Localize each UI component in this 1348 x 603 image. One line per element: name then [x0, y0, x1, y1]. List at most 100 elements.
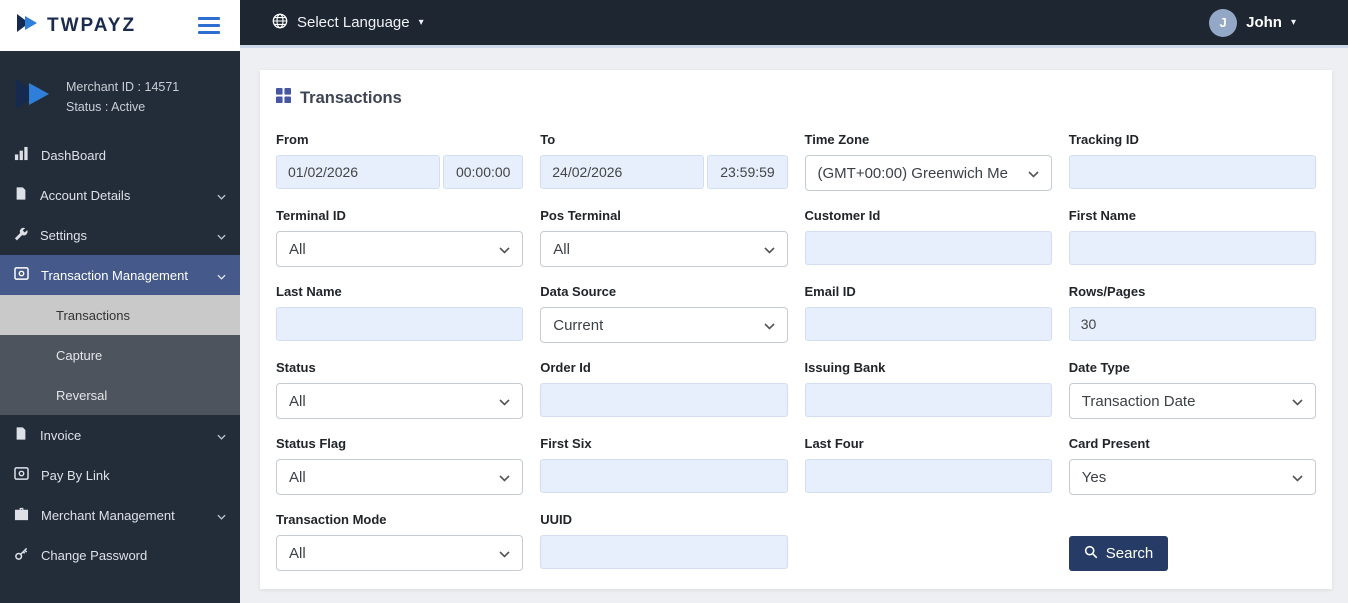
rows-pages-input[interactable] [1069, 307, 1316, 341]
sidebar-item-pay-by-link[interactable]: Pay By Link [0, 455, 240, 495]
sidebar-subitem-transactions[interactable]: Transactions [0, 295, 240, 335]
field-first-name: First Name [1069, 208, 1316, 267]
briefcase-icon [14, 507, 29, 524]
key-icon [14, 546, 29, 564]
main-area: Select Language ▾ J John ▾ Transactions … [240, 0, 1348, 603]
first-name-input[interactable] [1069, 231, 1316, 265]
sidebar-item-change-password[interactable]: Change Password [0, 535, 240, 575]
sidebar: TWPAYZ Merchant ID : 14571 Status : Acti… [0, 0, 240, 603]
app-root: TWPAYZ Merchant ID : 14571 Status : Acti… [0, 0, 1348, 603]
date-type-select[interactable]: Transaction Date [1069, 383, 1316, 419]
field-status: Status All [276, 360, 523, 419]
status-flag-select[interactable]: All [276, 459, 523, 495]
search-button[interactable]: Search [1069, 536, 1169, 571]
sidebar-header: TWPAYZ [0, 0, 240, 51]
field-last-name: Last Name [276, 284, 523, 343]
bar-chart-icon [14, 146, 29, 164]
submenu-item-label: Reversal [56, 388, 107, 403]
field-issuing-bank: Issuing Bank [805, 360, 1052, 419]
transactions-card: Transactions From To [260, 70, 1332, 589]
customer-id-input[interactable] [805, 231, 1052, 265]
pos-terminal-select[interactable]: All [540, 231, 787, 267]
invoice-icon [14, 426, 28, 444]
merchant-info: Merchant ID : 14571 Status : Active [0, 51, 240, 135]
issuing-bank-input[interactable] [805, 383, 1052, 417]
merchant-logo-icon [14, 77, 56, 117]
sidebar-item-label: Transaction Management [41, 268, 188, 283]
chevron-down-icon [764, 241, 775, 258]
transaction-mode-select[interactable]: All [276, 535, 523, 571]
from-time-input[interactable] [443, 155, 523, 189]
sidebar-item-label: Invoice [40, 428, 81, 443]
field-order-id: Order Id [540, 360, 787, 419]
data-source-select[interactable]: Current [540, 307, 787, 343]
tracking-id-input[interactable] [1069, 155, 1316, 189]
language-label: Select Language [297, 14, 410, 31]
terminal-id-select[interactable]: All [276, 231, 523, 267]
uuid-input[interactable] [540, 535, 787, 569]
last-four-input[interactable] [805, 459, 1052, 493]
field-label: From [276, 132, 523, 147]
field-label: Issuing Bank [805, 360, 1052, 375]
sidebar-item-label: Pay By Link [41, 468, 110, 483]
field-label: Card Present [1069, 436, 1316, 451]
field-label: Data Source [540, 284, 787, 299]
field-label: Tracking ID [1069, 132, 1316, 147]
sidebar-item-settings[interactable]: Settings [0, 215, 240, 255]
user-menu[interactable]: J John ▾ [1209, 9, 1296, 37]
chevron-down-icon [499, 393, 510, 410]
sidebar-subitem-reversal[interactable]: Reversal [0, 375, 240, 415]
field-time-zone: Time Zone (GMT+00:00) Greenwich Me [805, 132, 1052, 191]
from-date-input[interactable] [276, 155, 440, 189]
sidebar-nav: DashBoard Account Details Settings Trans… [0, 135, 240, 603]
sidebar-item-transaction-management[interactable]: Transaction Management [0, 255, 240, 295]
field-label: Time Zone [805, 132, 1052, 147]
field-pos-terminal: Pos Terminal All [540, 208, 787, 267]
field-first-six: First Six [540, 436, 787, 495]
last-name-input[interactable] [276, 307, 523, 341]
merchant-id: Merchant ID : 14571 [66, 77, 179, 97]
page-title: Transactions [276, 88, 1316, 108]
to-time-input[interactable] [707, 155, 787, 189]
status-select[interactable]: All [276, 383, 523, 419]
field-to: To [540, 132, 787, 191]
order-id-input[interactable] [540, 383, 787, 417]
time-zone-select[interactable]: (GMT+00:00) Greenwich Me [805, 155, 1052, 191]
card-present-select[interactable]: Yes [1069, 459, 1316, 495]
topbar: Select Language ▾ J John ▾ [240, 0, 1348, 48]
sidebar-subitem-capture[interactable]: Capture [0, 335, 240, 375]
page-title-text: Transactions [300, 89, 402, 108]
payment-icon [14, 467, 29, 483]
submenu-item-label: Capture [56, 348, 102, 363]
avatar: J [1209, 9, 1237, 37]
search-button-cell: Search [1069, 512, 1316, 571]
sidebar-item-merchant-management[interactable]: Merchant Management [0, 495, 240, 535]
chevron-down-icon: ▾ [1291, 18, 1296, 28]
sidebar-item-label: Account Details [40, 188, 130, 203]
field-label: Last Four [805, 436, 1052, 451]
chevron-down-icon [499, 545, 510, 562]
sidebar-item-invoice[interactable]: Invoice [0, 415, 240, 455]
chevron-down-icon [1028, 165, 1039, 182]
hamburger-menu-icon[interactable] [194, 13, 224, 38]
field-label: Pos Terminal [540, 208, 787, 223]
merchant-status: Status : Active [66, 97, 179, 117]
field-date-type: Date Type Transaction Date [1069, 360, 1316, 419]
sidebar-item-account-details[interactable]: Account Details [0, 175, 240, 215]
field-label: Status Flag [276, 436, 523, 451]
file-icon [14, 186, 28, 204]
field-transaction-mode: Transaction Mode All [276, 512, 523, 571]
field-terminal-id: Terminal ID All [276, 208, 523, 267]
sidebar-item-dashboard[interactable]: DashBoard [0, 135, 240, 175]
language-dropdown[interactable]: Select Language ▾ [272, 13, 424, 33]
brand-name: TWPAYZ [47, 15, 136, 37]
email-id-input[interactable] [805, 307, 1052, 341]
brand-logo: TWPAYZ [16, 13, 136, 38]
cash-register-icon [14, 267, 29, 283]
field-from: From [276, 132, 523, 191]
first-six-input[interactable] [540, 459, 787, 493]
field-card-present: Card Present Yes [1069, 436, 1316, 495]
field-email-id: Email ID [805, 284, 1052, 343]
to-date-input[interactable] [540, 155, 704, 189]
field-label: First Six [540, 436, 787, 451]
